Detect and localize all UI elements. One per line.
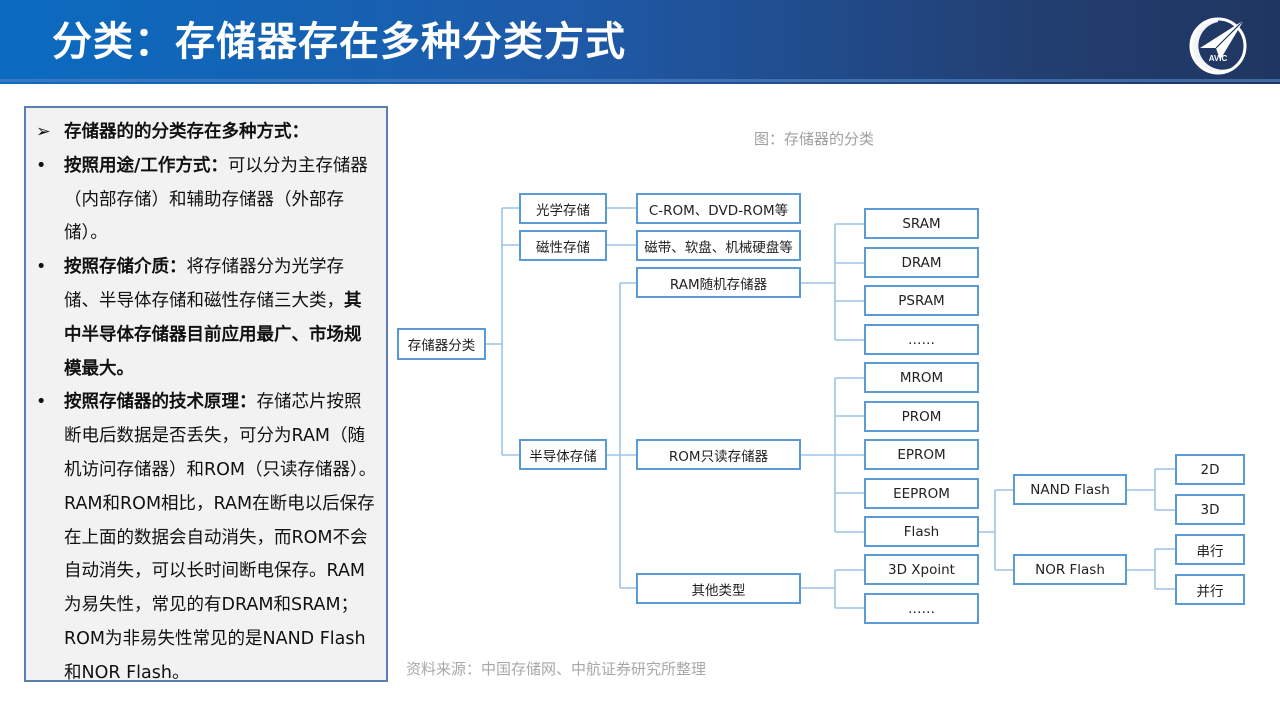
source-note: 资料来源：中国存储网、中航证券研究所整理 — [406, 660, 707, 678]
connector-ram — [800, 223, 864, 341]
node-optical: 光学存储 — [519, 193, 607, 224]
node-nor-flash: NOR Flash — [1013, 554, 1127, 585]
node-parallel: 并行 — [1175, 574, 1245, 605]
connector-flash — [978, 489, 1013, 571]
node-serial: 串行 — [1175, 534, 1245, 565]
node-rom: ROM只读存储器 — [636, 439, 801, 470]
node-magnetic: 磁性存储 — [519, 230, 607, 261]
node-prom: PROM — [864, 401, 979, 432]
node-3d-xpoint: 3D Xpoint — [864, 554, 979, 585]
node-sram: SRAM — [864, 208, 979, 239]
node-flash: Flash — [864, 516, 979, 547]
connector-rom — [800, 377, 864, 533]
node-nand-flash: NAND Flash — [1013, 474, 1127, 505]
node-eprom: EPROM — [864, 439, 979, 470]
connector-nor — [1126, 548, 1175, 590]
node-optical-examples: C-ROM、DVD-ROM等 — [636, 193, 801, 224]
node-other: 其他类型 — [636, 573, 801, 604]
node-ram-more: …… — [864, 324, 979, 355]
node-magnetic-examples: 磁带、软盘、机械硬盘等 — [636, 230, 801, 261]
node-other-more: …… — [864, 593, 979, 624]
node-dram: DRAM — [864, 247, 979, 278]
node-2d: 2D — [1175, 454, 1245, 485]
node-ram: RAM随机存储器 — [636, 267, 801, 298]
connector-nand — [1126, 468, 1175, 511]
node-mrom: MROM — [864, 362, 979, 393]
node-semiconductor: 半导体存储 — [519, 439, 607, 470]
connector-root — [486, 207, 519, 456]
tree-connectors — [486, 207, 1175, 609]
node-eeprom: EEPROM — [864, 478, 979, 509]
node-psram: PSRAM — [864, 285, 979, 316]
node-3d: 3D — [1175, 494, 1245, 525]
connector-semi — [607, 282, 636, 589]
node-root: 存储器分类 — [397, 328, 486, 360]
connector-other — [800, 569, 864, 609]
